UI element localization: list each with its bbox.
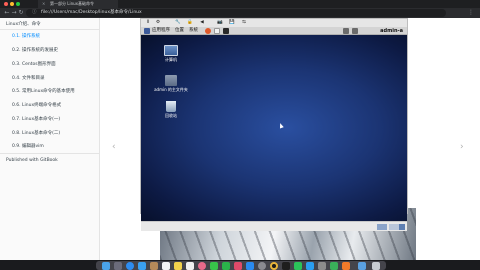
menu-places[interactable]: 位置 bbox=[175, 27, 184, 35]
sidebar-item-files-dirs[interactable]: 0.4. 文件和目录 bbox=[12, 75, 45, 81]
gnome-user-name[interactable]: admin-a bbox=[380, 27, 403, 35]
browser-menu-icon[interactable]: ⋮ bbox=[466, 8, 476, 18]
sidebar-item-command-format[interactable]: 0.6. Linux终端命令格式 bbox=[12, 102, 61, 108]
sidebar-item-os-history[interactable]: 0.2. 操作系统的发展史 bbox=[12, 47, 58, 53]
mail-app-icon[interactable] bbox=[138, 262, 146, 270]
firefox-icon[interactable] bbox=[205, 28, 211, 34]
sidebar-title[interactable]: Linux介绍、命令 bbox=[6, 21, 41, 27]
vmware-icon[interactable] bbox=[318, 262, 326, 270]
desktop-icon-label: admin 的主文件夹 bbox=[154, 87, 188, 92]
finder-icon[interactable] bbox=[102, 262, 110, 270]
gitbook-page: Linux介绍、命令 0.1. 操作系统 0.2. 操作系统的发展史 0.3. … bbox=[0, 18, 480, 260]
notes-icon[interactable] bbox=[174, 262, 182, 270]
vm-toolbar: Ⅱ ⚙ 🔧 🔒 ◀ 📷 💾 ⇆ bbox=[141, 19, 407, 27]
reload-button[interactable]: ↻ bbox=[17, 8, 25, 18]
network-icon[interactable] bbox=[343, 28, 349, 34]
vm-usb-icon[interactable]: ⇆ bbox=[241, 20, 247, 26]
desktop-icon-label: 回收站 bbox=[165, 113, 177, 118]
facetime-icon[interactable] bbox=[222, 262, 230, 270]
terminal-icon[interactable] bbox=[223, 28, 229, 34]
desktop-icon-computer[interactable]: 计算机 bbox=[151, 45, 191, 63]
vm-status-bar bbox=[141, 221, 407, 231]
sidebar-item-vim[interactable]: 0.9. 编辑器vim bbox=[12, 143, 44, 149]
sublime-icon[interactable] bbox=[342, 262, 350, 270]
centos-desktop[interactable]: 计算机 admin 的主文件夹 回收站 bbox=[141, 35, 407, 221]
vm-camera-icon[interactable]: 📷 bbox=[217, 20, 223, 26]
vm-resize-icon[interactable] bbox=[399, 224, 405, 230]
mail-icon[interactable] bbox=[214, 28, 220, 34]
vm-back-icon[interactable]: ◀ bbox=[199, 20, 205, 26]
computer-icon bbox=[164, 45, 178, 56]
chrome-icon[interactable] bbox=[270, 262, 278, 270]
sidebar-divider bbox=[0, 153, 100, 154]
desktop-icon-home[interactable]: admin 的主文件夹 bbox=[151, 75, 191, 93]
trash-dock-icon[interactable] bbox=[372, 262, 380, 270]
browser-tab-bar: × 第一部分 Linux基础命令 bbox=[0, 0, 480, 8]
pycharm-icon[interactable] bbox=[330, 262, 338, 270]
photos-icon[interactable] bbox=[198, 262, 206, 270]
music-icon[interactable] bbox=[234, 262, 242, 270]
mouse-pointer-icon bbox=[278, 122, 284, 129]
terminal-app-icon[interactable] bbox=[282, 262, 290, 270]
vm-settings-icon[interactable]: ⚙ bbox=[155, 20, 161, 26]
vm-window: Ⅱ ⚙ 🔧 🔒 ◀ 📷 💾 ⇆ 应用程序 位置 系统 admin-a 计算机 a… bbox=[140, 18, 408, 231]
vm-lock-icon[interactable]: 🔒 bbox=[187, 20, 193, 26]
wechat-icon[interactable] bbox=[294, 262, 302, 270]
home-folder-icon bbox=[165, 75, 177, 86]
launchpad-icon[interactable] bbox=[114, 262, 122, 270]
vm-wrench-icon[interactable]: 🔧 bbox=[175, 20, 181, 26]
gnome-top-panel: 应用程序 位置 系统 admin-a bbox=[141, 27, 407, 35]
desktop-icon-label: 计算机 bbox=[165, 57, 177, 62]
menu-system[interactable]: 系统 bbox=[189, 27, 198, 35]
sidebar-item-basic-commands-2[interactable]: 0.8. Linux基本命令(二) bbox=[12, 130, 60, 136]
gnome-foot-icon[interactable] bbox=[144, 28, 150, 34]
sidebar-item-centos-gui[interactable]: 0.3. Centos图形界面 bbox=[12, 61, 56, 67]
messages-icon[interactable] bbox=[210, 262, 218, 270]
contacts-icon[interactable] bbox=[150, 262, 158, 270]
safari-icon[interactable] bbox=[126, 262, 134, 270]
info-icon[interactable]: ⓘ bbox=[32, 10, 37, 15]
menu-applications[interactable]: 应用程序 bbox=[152, 27, 170, 35]
volume-icon[interactable] bbox=[352, 28, 358, 34]
published-with-gitbook-link[interactable]: Published with GitBook bbox=[6, 158, 58, 163]
app-store-icon[interactable] bbox=[246, 262, 254, 270]
system-preferences-icon[interactable] bbox=[258, 262, 266, 270]
reminders-icon[interactable] bbox=[186, 262, 194, 270]
sidebar-item-common-commands[interactable]: 0.5. 常用Linux命令的基本使用 bbox=[12, 88, 75, 94]
vm-screen-icon[interactable] bbox=[377, 224, 387, 230]
screen: × 第一部分 Linux基础命令 ← → ↻ ⓘ file:///Users/m… bbox=[0, 0, 480, 270]
calendar-icon[interactable] bbox=[162, 262, 170, 270]
close-window-button[interactable] bbox=[4, 2, 8, 6]
minimize-window-button[interactable] bbox=[10, 2, 14, 6]
url-text: file:///Users/mac/Desktop/linux基本命令/Linu… bbox=[40, 10, 142, 15]
vm-pause-icon[interactable]: Ⅱ bbox=[145, 20, 151, 26]
downloads-folder-icon[interactable] bbox=[358, 262, 366, 270]
qq-icon[interactable] bbox=[306, 262, 314, 270]
sidebar-item-os[interactable]: 0.1. 操作系统 bbox=[12, 33, 40, 39]
address-bar[interactable]: ⓘ file:///Users/mac/Desktop/linux基本命令/Li… bbox=[26, 9, 446, 17]
sidebar-item-basic-commands-1[interactable]: 0.7. Linux基本命令(一) bbox=[12, 116, 60, 122]
next-page-arrow[interactable]: › bbox=[460, 142, 464, 152]
maximize-window-button[interactable] bbox=[16, 2, 20, 6]
vm-fullscreen-icon[interactable] bbox=[389, 224, 399, 230]
desktop-icon-trash[interactable]: 回收站 bbox=[151, 101, 191, 119]
tab-title: 第一部分 Linux基础命令 bbox=[50, 1, 95, 6]
sidebar-divider bbox=[0, 29, 100, 30]
close-tab-icon[interactable]: × bbox=[42, 0, 45, 8]
browser-tab[interactable]: × 第一部分 Linux基础命令 bbox=[38, 0, 118, 8]
vm-disk-icon[interactable]: 💾 bbox=[229, 20, 235, 26]
trash-icon bbox=[166, 101, 176, 112]
sidebar: Linux介绍、命令 0.1. 操作系统 0.2. 操作系统的发展史 0.3. … bbox=[0, 18, 100, 260]
prev-page-arrow[interactable]: ‹ bbox=[112, 142, 116, 152]
